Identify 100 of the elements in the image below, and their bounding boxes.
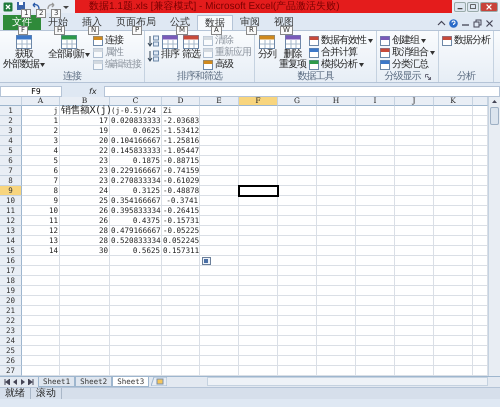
empty-cell[interactable] (162, 266, 200, 276)
empty-cell[interactable] (434, 146, 473, 156)
empty-cell[interactable] (434, 306, 473, 316)
close-icon[interactable] (485, 18, 494, 28)
empty-cell[interactable] (317, 296, 356, 306)
ribbon-button[interactable]: 分类汇总 (379, 59, 436, 71)
empty-cell[interactable] (356, 246, 395, 256)
empty-cell[interactable] (278, 176, 317, 186)
empty-cell[interactable] (278, 276, 317, 286)
empty-cell[interactable] (356, 296, 395, 306)
empty-cell[interactable] (434, 116, 473, 126)
empty-cell[interactable] (395, 106, 434, 116)
empty-cell[interactable] (356, 256, 395, 266)
empty-cell[interactable] (395, 246, 434, 256)
empty-cell[interactable] (395, 316, 434, 326)
ribbon-button[interactable]: 取消组合 (379, 47, 436, 59)
empty-cell[interactable] (239, 126, 278, 136)
empty-cell[interactable] (162, 256, 200, 266)
empty-cell[interactable] (239, 316, 278, 326)
empty-cell[interactable] (278, 146, 317, 156)
empty-cell[interactable] (434, 266, 473, 276)
empty-cell[interactable] (200, 326, 239, 336)
selected-cell[interactable] (239, 186, 278, 196)
empty-cell[interactable] (110, 306, 162, 316)
empty-cell[interactable] (395, 266, 434, 276)
ribbon-button[interactable]: 创建组 (379, 35, 436, 47)
empty-cell[interactable] (278, 126, 317, 136)
empty-cell[interactable] (356, 356, 395, 366)
empty-cell[interactable] (278, 356, 317, 366)
ribbon-button[interactable]: 排序 (160, 35, 180, 71)
empty-cell[interactable] (239, 196, 278, 206)
empty-cell[interactable] (356, 346, 395, 356)
empty-cell[interactable] (317, 106, 356, 116)
empty-cell[interactable] (110, 336, 162, 346)
collapse-ribbon-icon[interactable] (437, 18, 446, 28)
empty-cell[interactable] (317, 246, 356, 256)
name-box[interactable]: F9 (0, 86, 62, 96)
empty-cell[interactable] (162, 286, 200, 296)
empty-cell[interactable] (278, 226, 317, 236)
empty-cell[interactable] (239, 346, 278, 356)
next-sheet-icon[interactable] (20, 379, 26, 385)
empty-cell[interactable] (356, 116, 395, 126)
empty-cell[interactable] (60, 266, 110, 276)
empty-cell[interactable] (395, 146, 434, 156)
empty-cell[interactable] (200, 236, 239, 246)
empty-cell[interactable] (278, 336, 317, 346)
empty-cell[interactable] (239, 256, 278, 266)
empty-cell[interactable] (356, 316, 395, 326)
ribbon-button[interactable]: 筛选 (181, 35, 201, 71)
empty-cell[interactable] (434, 356, 473, 366)
empty-cell[interactable] (278, 186, 317, 196)
empty-cell[interactable] (239, 166, 278, 176)
empty-cell[interactable] (278, 306, 317, 316)
empty-cell[interactable] (278, 206, 317, 216)
empty-cell[interactable] (317, 156, 356, 166)
empty-cell[interactable] (317, 266, 356, 276)
maximize-icon[interactable] (467, 2, 479, 12)
empty-cell[interactable] (278, 266, 317, 276)
empty-cell[interactable] (356, 156, 395, 166)
empty-cell[interactable] (395, 216, 434, 226)
empty-cell[interactable] (162, 306, 200, 316)
function-button[interactable]: fx (84, 86, 102, 96)
ribbon-button[interactable]: 全部刷新 (47, 35, 91, 71)
sort-icon[interactable] (147, 50, 159, 62)
empty-cell[interactable] (356, 266, 395, 276)
empty-cell[interactable] (200, 106, 239, 116)
empty-cell[interactable] (317, 226, 356, 236)
vertical-scrollbar[interactable] (488, 97, 500, 376)
empty-cell[interactable] (200, 306, 239, 316)
empty-cell[interactable] (110, 346, 162, 356)
empty-cell[interactable] (110, 266, 162, 276)
empty-cell[interactable] (356, 226, 395, 236)
empty-cell[interactable] (60, 316, 110, 326)
empty-cell[interactable] (317, 166, 356, 176)
empty-cell[interactable] (278, 296, 317, 306)
empty-cell[interactable] (239, 326, 278, 336)
close-icon[interactable] (480, 2, 498, 12)
empty-cell[interactable] (239, 356, 278, 366)
horizontal-scrollbar[interactable] (207, 377, 488, 386)
empty-cell[interactable] (278, 286, 317, 296)
empty-cell[interactable] (395, 286, 434, 296)
empty-cell[interactable] (395, 116, 434, 126)
empty-cell[interactable] (317, 336, 356, 346)
scroll-thumb[interactable] (490, 107, 499, 125)
empty-cell[interactable] (162, 276, 200, 286)
empty-cell[interactable] (239, 136, 278, 146)
empty-cell[interactable] (395, 126, 434, 136)
empty-cell[interactable] (434, 186, 473, 196)
empty-cell[interactable] (239, 296, 278, 306)
minimize-icon[interactable] (454, 2, 466, 12)
empty-cell[interactable] (278, 136, 317, 146)
empty-cell[interactable] (434, 276, 473, 286)
empty-cell[interactable] (278, 246, 317, 256)
empty-cell[interactable] (434, 346, 473, 356)
empty-cell[interactable] (200, 136, 239, 146)
restore-icon[interactable] (473, 18, 482, 28)
empty-cell[interactable] (434, 156, 473, 166)
empty-cell[interactable] (356, 126, 395, 136)
empty-cell[interactable] (356, 236, 395, 246)
empty-cell[interactable] (60, 276, 110, 286)
